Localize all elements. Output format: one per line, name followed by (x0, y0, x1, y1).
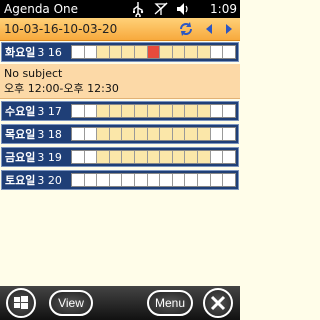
date-range-bar: 10-03-16-10-03-20 (0, 18, 240, 41)
close-icon[interactable] (203, 288, 233, 318)
day-row-wednesday[interactable]: 수요일 3 17 (1, 101, 239, 121)
volume-icon[interactable] (176, 1, 190, 17)
previous-arrow-icon[interactable] (200, 20, 218, 38)
day-label: 금요일 3 19 (5, 151, 62, 164)
busy-slot (147, 46, 161, 58)
day-row-thursday[interactable]: 목요일 3 18 (1, 124, 239, 144)
hour-slots (71, 127, 236, 141)
status-bar: Agenda One 1:09 (0, 0, 240, 19)
day-row-tuesday[interactable]: 화요일 3 16 (1, 42, 239, 62)
menu-button[interactable]: Menu (147, 290, 193, 316)
sync-icon[interactable] (177, 20, 195, 38)
day-row-friday[interactable]: 금요일 3 19 (1, 147, 239, 167)
appointment-subject: No subject (4, 67, 63, 80)
hour-slots (71, 150, 236, 164)
appointment-item[interactable]: No subject 오후 12:00-오후 12:30 (0, 64, 240, 99)
hour-slots (71, 104, 236, 118)
day-label: 화요일 3 16 (5, 46, 62, 59)
clock: 1:09 (210, 2, 237, 16)
signal-off-icon (154, 1, 168, 17)
bottom-bar: View Menu (0, 286, 240, 320)
day-label: 목요일 3 18 (5, 128, 62, 141)
date-range: 10-03-16-10-03-20 (4, 22, 118, 36)
windows-start-icon[interactable] (6, 288, 36, 318)
hour-slots (71, 173, 236, 187)
app-title: Agenda One (4, 2, 79, 16)
view-button[interactable]: View (49, 290, 93, 316)
appointment-time: 오후 12:00-오후 12:30 (4, 82, 119, 95)
hour-slots (71, 45, 236, 59)
day-label: 수요일 3 17 (5, 105, 62, 118)
day-row-saturday[interactable]: 토요일 3 20 (1, 170, 239, 190)
usb-icon (132, 1, 144, 19)
day-label: 토요일 3 20 (5, 174, 62, 187)
next-arrow-icon[interactable] (220, 20, 238, 38)
